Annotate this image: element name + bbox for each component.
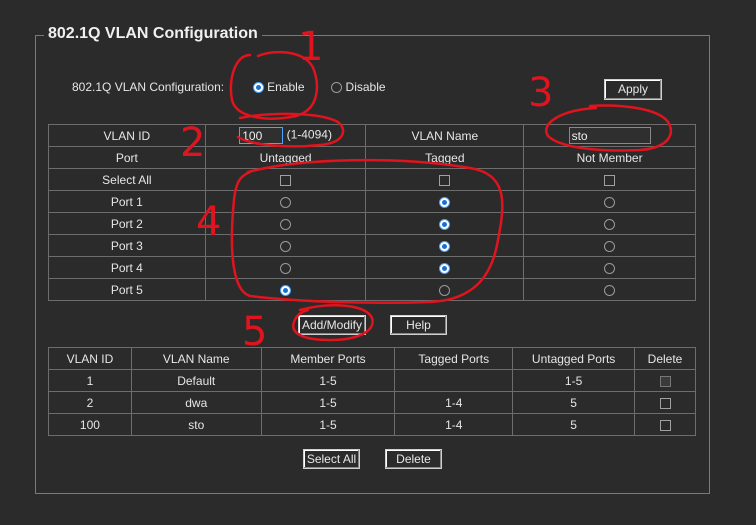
vlan-table-header: VLAN Name — [130, 347, 262, 370]
disable-label: Disable — [345, 80, 386, 94]
apply-button[interactable]: Apply — [604, 79, 662, 100]
port-4-untagged-radio[interactable] — [280, 262, 292, 274]
port-3-not-member-radio[interactable] — [604, 240, 616, 252]
vlan-id-range: (1-4094) — [286, 127, 332, 142]
vlan-tagged-cell: 1-4 — [394, 413, 514, 436]
select-all-not-member-checkbox[interactable] — [604, 174, 616, 186]
port-row: Port 1 — [48, 190, 696, 213]
port-name: Port 4 — [48, 256, 206, 279]
vlan-table-header: Member Ports — [260, 347, 396, 370]
vlan-form-table: VLAN ID 100 (1-4094) VLAN Name sto Port … — [48, 124, 696, 301]
port-1-not-member-radio[interactable] — [604, 196, 616, 208]
vlan-id-cell: 1 — [48, 369, 132, 392]
table-row: 100 sto 1-5 1-4 5 — [48, 413, 696, 436]
port-2-untagged-radio[interactable] — [280, 218, 292, 230]
enable-label: Enable — [267, 80, 305, 94]
port-name: Port 2 — [48, 212, 206, 235]
port-4-tagged-radio[interactable] — [439, 262, 451, 274]
enable-radio[interactable] — [252, 82, 264, 94]
vlan-table-header: Delete — [634, 347, 696, 370]
vlan-list-table: VLAN ID VLAN Name Member Ports Tagged Ports… — [48, 347, 696, 436]
vlan-member-cell: 1-5 — [260, 391, 396, 414]
vlan-name-input[interactable]: sto — [568, 127, 651, 144]
vlan-id-cell: 100 — [48, 413, 132, 436]
help-button[interactable]: Help — [390, 315, 447, 335]
select-all-tagged-checkbox[interactable] — [439, 174, 451, 186]
vlan-name-cell: Default — [130, 369, 262, 392]
select-all-label: Select All — [48, 168, 206, 191]
vlan-tagged-cell: 1-4 — [394, 391, 514, 414]
vlan-untagged-cell: 1-5 — [512, 369, 636, 392]
vlan-member-cell: 1-5 — [260, 413, 396, 436]
port-5-not-member-radio[interactable] — [604, 284, 616, 296]
vlan-table-header: VLAN ID — [48, 347, 132, 370]
vlan-mode-label: 802.1Q VLAN Configuration: — [72, 80, 225, 94]
delete-button[interactable]: Delete — [385, 449, 442, 469]
port-5-tagged-radio[interactable] — [439, 284, 451, 296]
select-all-button[interactable]: Select All — [303, 449, 360, 469]
port-5-untagged-radio[interactable] — [280, 284, 292, 296]
port-1-untagged-radio[interactable] — [280, 196, 292, 208]
port-3-untagged-radio[interactable] — [280, 240, 292, 252]
col-not-member: Not Member — [523, 146, 696, 169]
port-name: Port 1 — [48, 190, 206, 213]
vlan-member-cell: 1-5 — [260, 369, 396, 392]
select-all-untagged-checkbox[interactable] — [280, 174, 292, 186]
add-modify-button[interactable]: Add/Modify — [298, 315, 366, 335]
port-row: Port 4 — [48, 256, 696, 279]
delete-checkbox — [659, 375, 671, 387]
delete-checkbox[interactable] — [659, 419, 671, 431]
vlan-table-header: Tagged Ports — [394, 347, 514, 370]
vlan-id-cell: 2 — [48, 391, 132, 414]
port-row: Port 5 — [48, 278, 696, 301]
vlan-untagged-cell: 5 — [512, 391, 636, 414]
vlan-tagged-cell — [394, 369, 514, 392]
vlan-name-cell: dwa — [130, 391, 262, 414]
col-untagged: Untagged — [204, 146, 367, 169]
port-1-tagged-radio[interactable] — [439, 196, 451, 208]
vlan-name-label: VLAN Name — [365, 124, 525, 147]
disable-radio[interactable] — [331, 82, 343, 94]
port-4-not-member-radio[interactable] — [604, 262, 616, 274]
vlan-mode-row: 802.1Q VLAN Configuration: Enable Disabl… — [72, 80, 386, 94]
port-2-tagged-radio[interactable] — [439, 218, 451, 230]
col-tagged: Tagged — [365, 146, 525, 169]
port-2-not-member-radio[interactable] — [604, 218, 616, 230]
col-port: Port — [48, 146, 206, 169]
vlan-table-header: Untagged Ports — [512, 347, 636, 370]
port-row: Port 3 — [48, 234, 696, 257]
page-title: 802.1Q VLAN Configuration — [44, 25, 262, 43]
port-name: Port 5 — [48, 278, 206, 301]
vlan-name-cell: sto — [130, 413, 262, 436]
vlan-id-input[interactable]: 100 — [239, 127, 284, 144]
table-row: 2 dwa 1-5 1-4 5 — [48, 391, 696, 414]
vlan-id-label: VLAN ID — [48, 124, 206, 147]
port-name: Port 3 — [48, 234, 206, 257]
port-3-tagged-radio[interactable] — [439, 240, 451, 252]
port-row: Port 2 — [48, 212, 696, 235]
delete-checkbox[interactable] — [659, 397, 671, 409]
table-row: 1 Default 1-5 1-5 — [48, 369, 696, 392]
vlan-untagged-cell: 5 — [512, 413, 636, 436]
